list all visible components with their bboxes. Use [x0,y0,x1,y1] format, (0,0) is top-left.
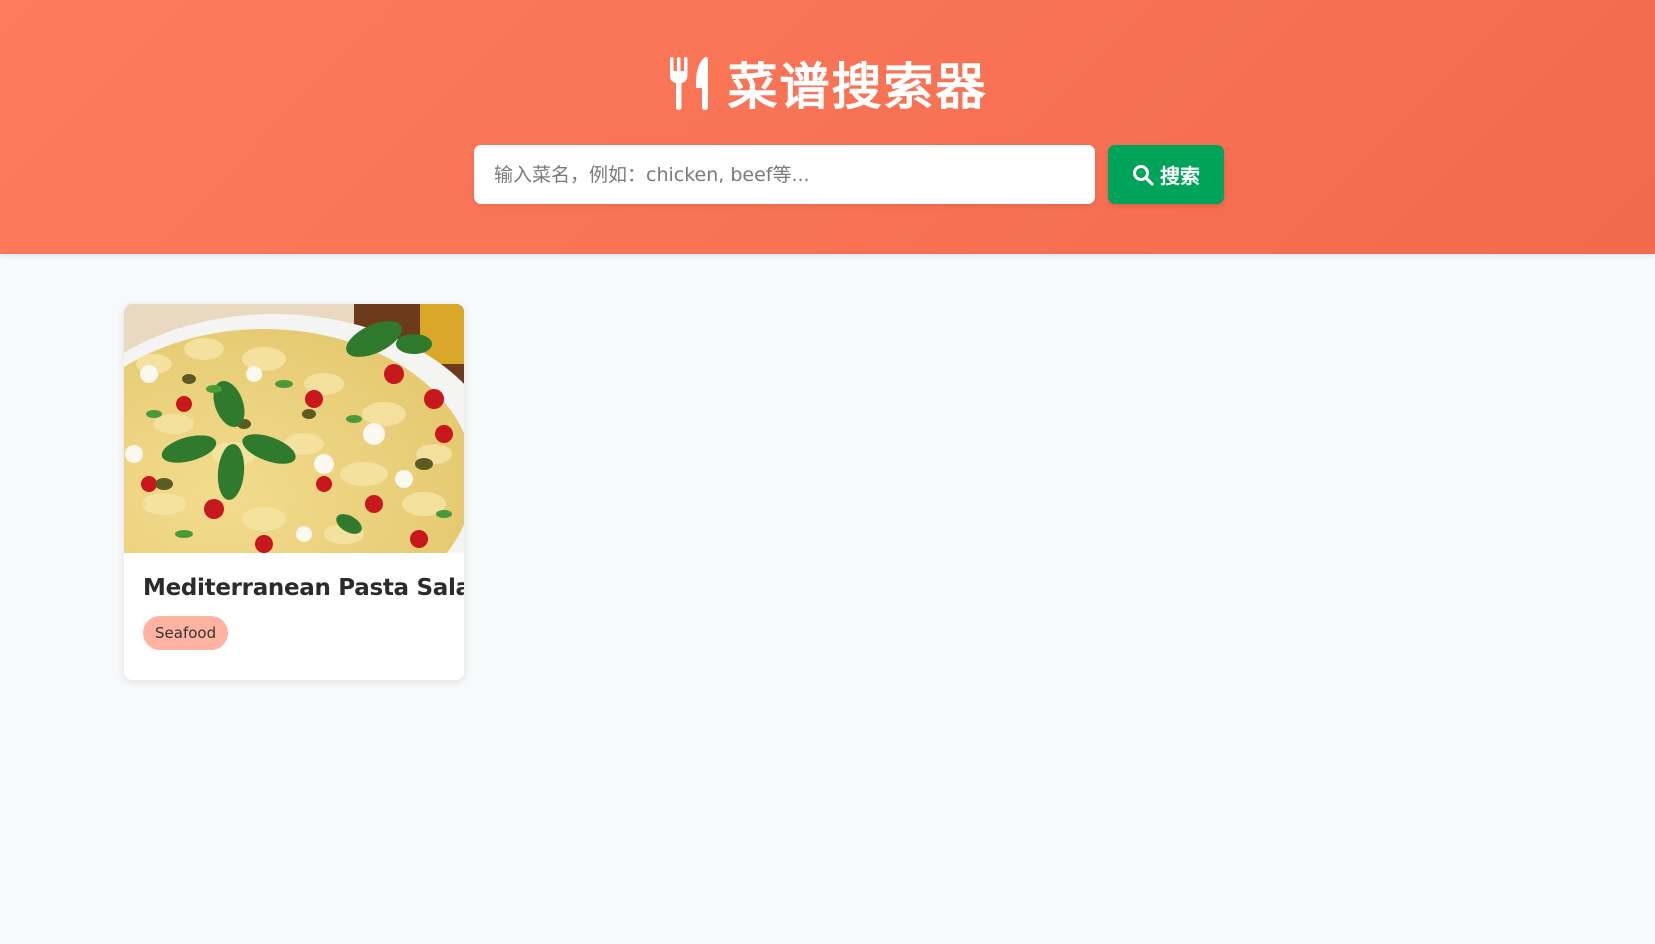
title-row: 菜谱搜索器 [0,48,1655,118]
recipe-name: Mediterranean Pasta Salad [143,575,464,601]
pasta-salad-photo [124,304,464,553]
search-bar: 搜索 [474,145,1224,204]
recipe-card[interactable]: Mediterranean Pasta Salad Seafood [124,304,464,680]
utensils-icon [669,57,708,110]
search-icon [1133,164,1154,186]
card-body: Mediterranean Pasta Salad Seafood [124,553,464,650]
header-banner: 菜谱搜索器 搜索 [0,0,1655,254]
search-input[interactable] [474,145,1095,204]
search-button-label: 搜索 [1160,164,1200,188]
app-title: 菜谱搜索器 [727,58,988,116]
results-grid: Mediterranean Pasta Salad Seafood [124,304,464,680]
category-badge: Seafood [143,616,229,650]
search-button[interactable]: 搜索 [1108,145,1224,204]
